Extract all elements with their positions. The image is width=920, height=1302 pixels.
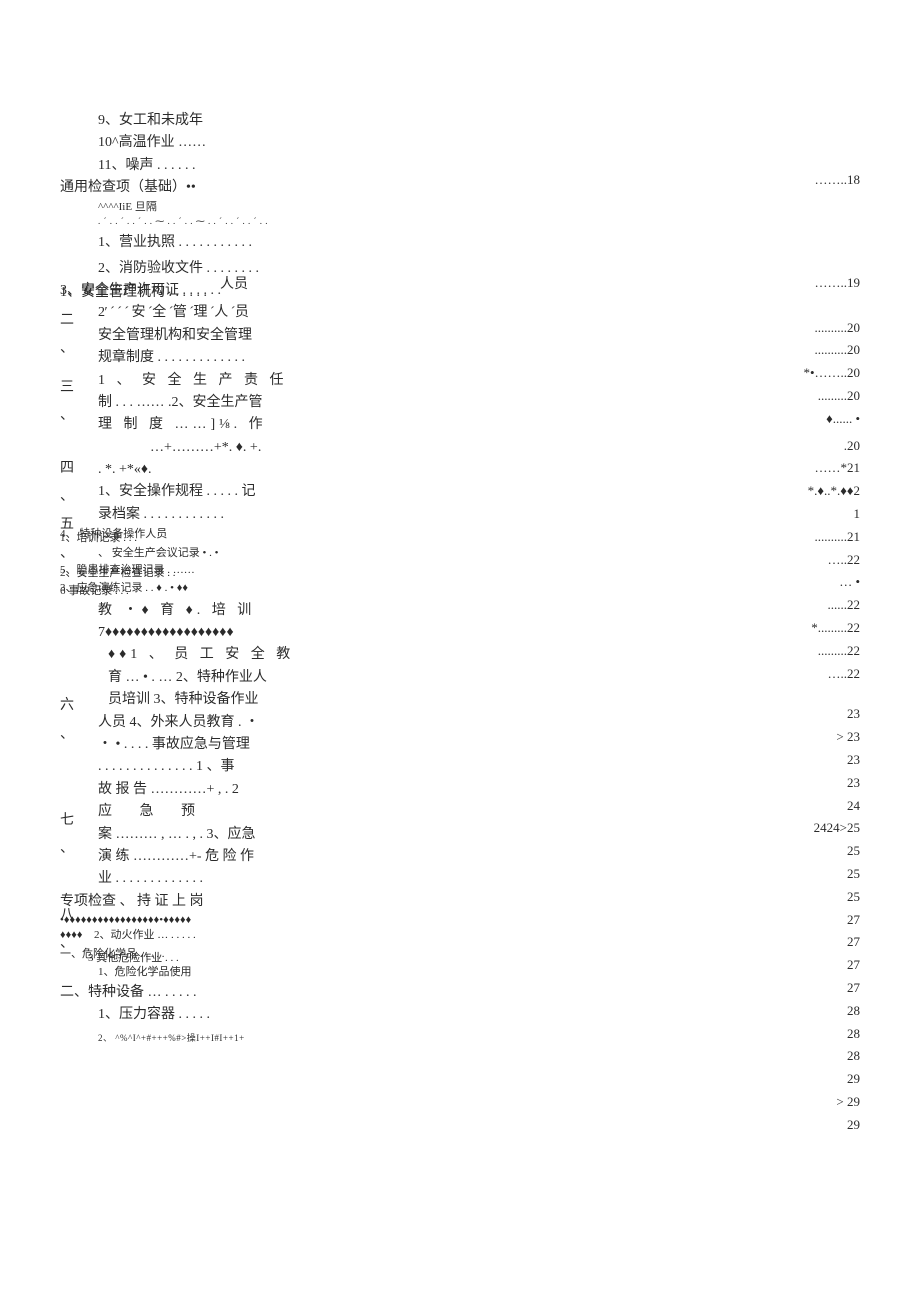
toc-dots: 7♦♦♦♦♦♦♦♦♦♦♦♦♦♦♦♦♦♦ <box>60 622 320 644</box>
page-num: ..........20 <box>740 318 860 339</box>
page-num: ♦...... • <box>740 409 860 430</box>
toc-dots: . *. +*«♦. <box>60 459 320 481</box>
toc-line: 11、噪声 . . . . . . <box>60 155 320 177</box>
toc-line: 员培训 3、特种设备作业 <box>60 689 320 711</box>
num-mark: 、 <box>60 724 80 746</box>
num-seven: 七 <box>60 810 80 832</box>
page-num: … • <box>740 572 860 593</box>
num-eight: 八 <box>60 905 80 927</box>
page-num: *.♦..*.♦♦2 <box>740 481 860 502</box>
num-four: 四 <box>60 458 80 480</box>
toc-overlap: 4、 特种设备操作人员 1、培训记录 . . . <box>60 526 320 546</box>
page-num: ……*21 <box>740 458 860 479</box>
page-num: ……..18 <box>740 170 860 191</box>
num-two: 二 <box>60 310 80 332</box>
section-heading: 通用检查项（基础）•• <box>60 177 320 199</box>
toc-line: 规章制度 . . . . . . . . . . . . . <box>60 347 320 369</box>
page-num: 24 <box>740 796 860 817</box>
toc-line: 、 安全生产会议记录 • . • <box>60 546 320 561</box>
toc-line: 2、消防验收文件 . . . . . . . . 人员 <box>60 258 320 280</box>
page-num: .........22 <box>740 641 860 662</box>
num-mark: 、 <box>60 338 80 360</box>
toc-text: 2、动火作业 … . . . . . <box>94 928 196 943</box>
toc-line: 二、特种设备 … . . . . . <box>60 982 320 1004</box>
toc-line: 2、 ^%^I^+#+++%#>操I++I#I++1+ <box>60 1031 320 1045</box>
toc-dots: . ´ . . ´ . . ´ . . ⁓ . . ´ . . ⁓ . . ´ … <box>60 215 320 228</box>
cjk-number-column: 二 、 三 、 四 、 五 、 六 、 七 、 八 、 <box>60 310 80 961</box>
toc-line: 1、安全操作规程 . . . . . 记 <box>60 481 320 503</box>
toc-dots: •♦♦♦♦♦♦♦♦♦♦♦♦♦♦♦♦♦•♦♦♦♦♦ <box>60 913 320 928</box>
num-five: 五 <box>60 514 80 536</box>
page-num: 2424>25 <box>740 818 860 839</box>
page-num: > 29 <box>740 1092 860 1113</box>
page-num: 29 <box>740 1115 860 1136</box>
page-num: .........20 <box>740 386 860 407</box>
toc-line: ♦♦1 、 员 工 安 全 教 <box>60 644 320 666</box>
num-mark: 、 <box>60 933 80 955</box>
toc-dots: …+………+*. ♦. +. <box>60 437 320 459</box>
toc-line: 演 练 …………+- 危 险 作 <box>60 846 320 868</box>
page-num: ..........21 <box>740 527 860 548</box>
page-num: 23 <box>740 704 860 725</box>
toc-text: 1、安全管理机构 . . . . . . <box>60 282 207 304</box>
toc-overlap: 一、危险化学品 . . . . . 3 其他危险作业 . . . <box>60 946 320 964</box>
page-num: .20 <box>740 436 860 457</box>
page-num: ……..19 <box>740 273 860 294</box>
page-num: 28 <box>740 1001 860 1022</box>
toc-line: . . . . . . . . . . . . . . 1 、事 <box>60 756 320 778</box>
toc-line: ・ • . . . . 事故应急与管理 <box>60 734 320 756</box>
page-num: …..22 <box>740 664 860 685</box>
toc-line: 10^高温作业 …… <box>60 132 320 154</box>
num-mark: 、 <box>60 405 80 427</box>
toc-line: 业 . . . . . . . . . . . . . <box>60 868 320 890</box>
page-num: 27 <box>740 955 860 976</box>
num-mark: 、 <box>60 486 80 508</box>
toc-overlap: 5、隐患排查治理记录 . …… 2、安全生产检查记录 . . <box>60 562 320 580</box>
num-six: 六 <box>60 695 80 717</box>
toc-line: 9、女工和未成年 <box>60 110 320 132</box>
page-num: 25 <box>740 864 860 885</box>
page-num: ..........20 <box>740 340 860 361</box>
toc-overlap: ♦♦♦♦ 2、动火作业 … . . . . . <box>60 928 320 946</box>
num-mark: 、 <box>60 543 80 565</box>
page-num: 28 <box>740 1024 860 1045</box>
toc-overlap: 3、安全生产许可证 . . . . . . 1、安全管理机构 . . . . .… <box>60 280 320 302</box>
page-num: 25 <box>740 887 860 908</box>
page-num: …..22 <box>740 550 860 571</box>
page-num: 23 <box>740 773 860 794</box>
page-number-column: ……..18 ……..19 ..........20 ..........20 … <box>740 170 860 1137</box>
page-num: 23 <box>740 750 860 771</box>
page-num: 27 <box>740 910 860 931</box>
toc-line: 录档案 . . . . . . . . . . . . <box>60 504 320 526</box>
section-heading: 专项检查 、 持 证 上 岗 <box>60 891 320 913</box>
toc-line: 2′ ´ ´ ´ 安 ´全 ´管 ´理 ´人 ´员 <box>60 302 320 324</box>
page-num: > 23 <box>740 727 860 748</box>
page-num: 29 <box>740 1069 860 1090</box>
toc-line: 制 . . . …… .2、安全生产管 <box>60 392 320 414</box>
toc-line: 应 急 预 <box>60 801 320 823</box>
page-num: 1 <box>740 504 860 525</box>
page-num: 25 <box>740 841 860 862</box>
page-num: 27 <box>740 932 860 953</box>
toc-line: 人员 4、外来人员教育 . ・ <box>60 712 320 734</box>
page-num: 27 <box>740 978 860 999</box>
num-three: 三 <box>60 377 80 399</box>
toc-line: 理 制 度 ……]⅛. 作 <box>60 414 320 436</box>
page-num: *.........22 <box>740 618 860 639</box>
toc-line: ^^^^IiE 旦隔 <box>60 200 320 215</box>
page-num: 28 <box>740 1046 860 1067</box>
toc-line: 教 ・♦ 育 ♦. 培 训 <box>60 600 320 622</box>
toc-line: 故 报 告 …………+ , . 2 <box>60 779 320 801</box>
toc-line: 安全管理机构和安全管理 <box>60 325 320 347</box>
toc-text: 3 其他危险作业 . . . <box>88 950 179 968</box>
toc-overlap: 3、应急演练记录 . . ♦ . • ♦♦ 6 事故记录 . . . <box>60 580 320 600</box>
toc-line: 1、营业执照 . . . . . . . . . . . <box>60 232 320 254</box>
toc-line: 案 ……… , … . , . 3、应急 <box>60 824 320 846</box>
num-mark: 、 <box>60 838 80 860</box>
toc-line: 1 、 安 全 生 产 责 任 <box>60 370 320 392</box>
toc-line: 1、压力容器 . . . . . <box>60 1004 320 1026</box>
page-num: *•……..20 <box>740 363 860 384</box>
page-num: ......22 <box>740 595 860 616</box>
toc-line: 育 … • . … 2、特种作业人 <box>60 667 320 689</box>
